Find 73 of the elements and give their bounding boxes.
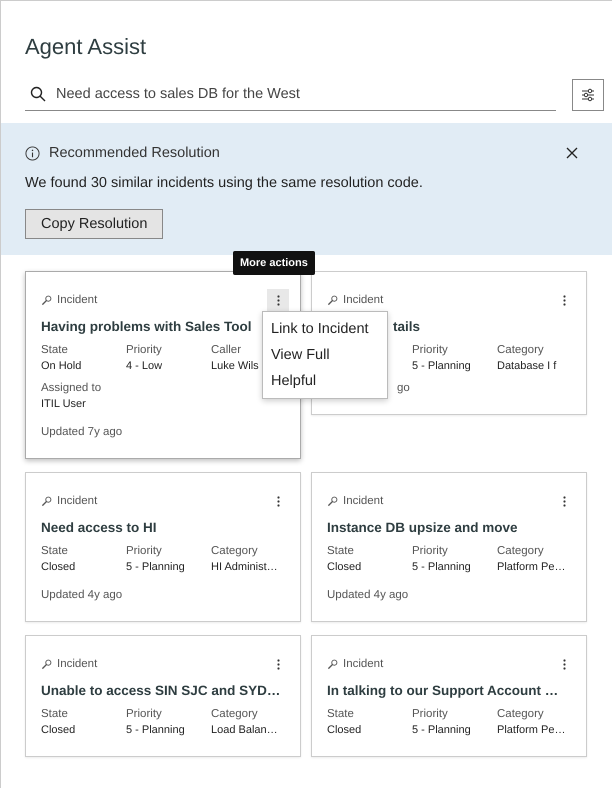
- field-label: State: [327, 708, 354, 720]
- incident-card[interactable]: Incident In talking to our Support Account … State Closed Priority 5 - Planning Category Platform Pe…: [311, 635, 587, 757]
- field-value: 4 - Low: [126, 360, 162, 372]
- info-icon: [25, 146, 40, 160]
- search-input[interactable]: Need access to sales DB for the West: [56, 86, 556, 102]
- card-title[interactable]: In talking to our Support Account …: [327, 682, 571, 700]
- field-value: On Hold: [41, 360, 82, 372]
- field-label: Caller: [211, 344, 242, 356]
- updated-time: Updated 7y ago: [41, 426, 124, 438]
- field-label: Category: [497, 344, 544, 356]
- more-actions-button[interactable]: [267, 289, 289, 311]
- banner-heading: Recommended Resolution: [49, 145, 221, 161]
- updated-time: Updated 4y ago: [327, 589, 410, 601]
- field-value: Database I f: [497, 360, 556, 372]
- search-icon: [30, 86, 46, 102]
- card-title[interactable]: Need access to HI: [41, 519, 285, 537]
- field-value: Closed: [41, 561, 76, 573]
- card-title[interactable]: Instance DB upsize and move: [327, 519, 571, 537]
- field-value: Load Balan…: [211, 724, 278, 736]
- search-field[interactable]: Need access to sales DB for the West: [25, 78, 556, 111]
- sliders-icon: [580, 86, 596, 102]
- more-icon: [562, 496, 566, 506]
- field-value: HI Administ…: [211, 561, 278, 573]
- tooltip: More actions: [233, 251, 315, 275]
- copy-resolution-button[interactable]: Copy Resolution: [25, 209, 164, 239]
- field-value: Closed: [327, 561, 362, 573]
- banner-message: We found 30 similar incidents using the same resolution code.: [25, 175, 424, 191]
- field-value: 5 - Planning: [412, 360, 471, 372]
- field-value: Closed: [327, 724, 362, 736]
- record-type: Incident: [57, 294, 98, 306]
- field-value: Platform Pe…: [497, 561, 566, 573]
- updated-time: go: [396, 382, 411, 394]
- field-value: ITIL User: [41, 398, 86, 410]
- field-value: Luke Wils: [211, 360, 259, 372]
- card-title[interactable]: Unable to access SIN SJC and SYD…: [41, 682, 285, 700]
- field-label: Category: [497, 545, 544, 557]
- field-value: Platform Pe…: [497, 724, 566, 736]
- field-label: Priority: [126, 545, 162, 557]
- incident-card[interactable]: Incident Need access to HI State Closed Priority 5 - Planning Category HI Administ… Updated 4y ago: [25, 472, 301, 622]
- field-value: Closed: [41, 724, 76, 736]
- field-label: State: [41, 708, 68, 720]
- field-label: Priority: [412, 344, 448, 356]
- incident-card[interactable]: Incident Instance DB upsize and move State Closed Priority 5 - Planning Category Platform Pe… Updated 4y ago: [311, 472, 587, 622]
- field-label: State: [327, 545, 354, 557]
- close-icon[interactable]: [566, 147, 578, 159]
- field-value: 5 - Planning: [126, 561, 185, 573]
- more-icon: [276, 496, 280, 506]
- more-icon: [276, 294, 280, 306]
- record-type: Incident: [343, 294, 384, 306]
- field-value: 5 - Planning: [126, 724, 185, 736]
- more-icon: [562, 658, 566, 670]
- filter-button[interactable]: [572, 78, 604, 110]
- field-label: Category: [497, 708, 544, 720]
- updated-time: Updated 4y ago: [41, 589, 124, 601]
- record-type: Incident: [57, 495, 98, 507]
- field-label: Category: [211, 545, 258, 557]
- field-label: Assigned to: [41, 382, 102, 394]
- field-label: Category: [211, 708, 258, 720]
- field-value: 5 - Planning: [412, 724, 471, 736]
- field-label: State: [41, 344, 68, 356]
- field-label: Priority: [412, 708, 448, 720]
- field-label: Priority: [126, 344, 162, 356]
- record-type: Incident: [343, 495, 384, 507]
- page-title: Agent Assist: [24, 33, 148, 60]
- field-value: 5 - Planning: [412, 561, 471, 573]
- more-icon: [562, 294, 566, 306]
- field-label: State: [41, 545, 68, 557]
- more-icon: [276, 658, 280, 670]
- incident-card[interactable]: Incident Unable to access SIN SJC and SYD… State Closed Priority 5 - Planning Category Load Balan…: [25, 635, 301, 757]
- field-label: Priority: [412, 545, 448, 557]
- field-label: Priority: [126, 708, 162, 720]
- record-type: Incident: [57, 658, 98, 670]
- record-type: Incident: [343, 658, 384, 670]
